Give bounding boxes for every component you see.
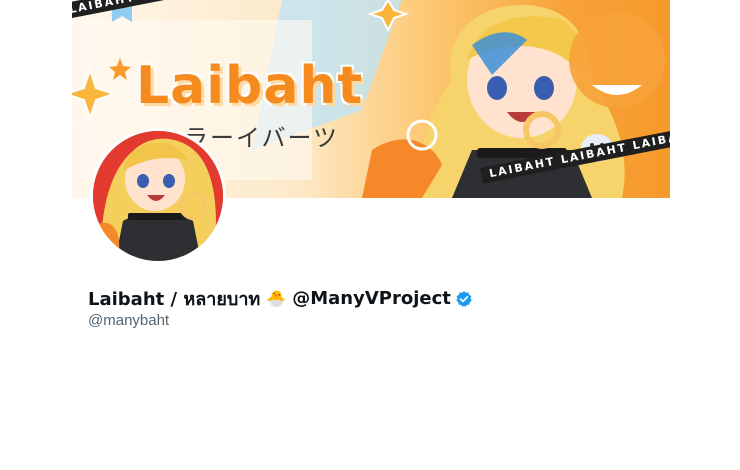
group-mention-link[interactable]: @ManyVProject xyxy=(292,288,451,309)
chick-emoji: 🐣 xyxy=(266,289,287,308)
verified-badge-icon xyxy=(455,290,473,308)
profile-handle: @manybaht xyxy=(88,312,170,329)
avatar-artwork xyxy=(93,131,223,261)
profile-card: LAIBAHT LAIBAHT LAIBAHT LAIBAHT LAIBAHT … xyxy=(72,0,670,329)
avatar[interactable] xyxy=(90,128,226,264)
profile-display-name: Laibaht / หลายบาท 🐣 @ManyVProject xyxy=(88,284,473,313)
banner-title: Laibaht xyxy=(136,56,364,116)
display-name-text: Laibaht / หลายบาท xyxy=(88,289,261,310)
banner-subtitle: ラーイバーツ xyxy=(184,124,340,152)
